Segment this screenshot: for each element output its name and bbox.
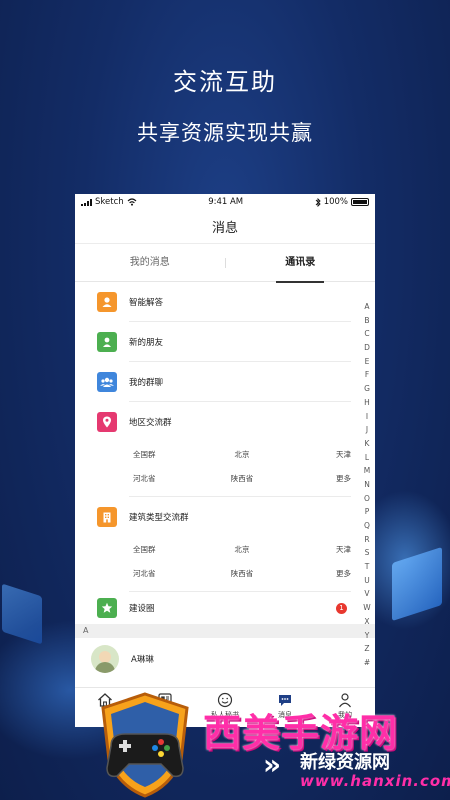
grid-cell[interactable]: 北京: [206, 449, 278, 460]
list-item-label: 我的群聊: [129, 378, 164, 388]
grid-cell[interactable]: 河北省: [133, 473, 205, 484]
index-letter[interactable]: D: [364, 341, 370, 355]
index-letter[interactable]: K: [365, 437, 370, 451]
nav-bar: 消息: [75, 210, 375, 244]
index-letter[interactable]: #: [364, 656, 370, 670]
index-letter[interactable]: Y: [365, 629, 370, 643]
index-letter[interactable]: U: [364, 574, 370, 588]
signal-icon: [81, 198, 92, 206]
section-header: A: [75, 624, 375, 638]
index-letter[interactable]: T: [365, 560, 370, 574]
page-title: 消息: [211, 221, 238, 236]
index-letter[interactable]: V: [364, 587, 369, 601]
index-letter[interactable]: F: [365, 368, 369, 382]
grid-cell[interactable]: 天津: [279, 544, 351, 555]
contact-list: 智能解答 新的朋友 我的群聊 地区交流群 全国群 北京 天津 河北省 陕西省 更…: [75, 282, 375, 680]
battery-percent: 100%: [323, 197, 348, 207]
index-letter[interactable]: W: [363, 601, 370, 615]
index-letter[interactable]: B: [364, 314, 369, 328]
index-letter[interactable]: G: [364, 382, 370, 396]
list-item-new-friends[interactable]: 新的朋友: [75, 322, 375, 362]
list-item-smart-answer[interactable]: 智能解答: [75, 282, 375, 322]
index-letter[interactable]: N: [364, 478, 370, 492]
battery-icon: [351, 198, 369, 206]
region-grid: 全国群 北京 天津 河北省 陕西省 更多: [129, 442, 351, 497]
index-letter[interactable]: H: [364, 396, 370, 410]
gamepad-shield-logo: [101, 692, 189, 798]
tab-bar-top: 我的消息 通讯录: [75, 244, 376, 283]
index-letter[interactable]: E: [365, 355, 370, 369]
list-item-label: 建设圈: [129, 604, 155, 614]
index-letter[interactable]: I: [366, 410, 368, 424]
user-icon: [97, 292, 117, 312]
grid-row: 河北省 陕西省 更多: [133, 561, 351, 585]
contact-row[interactable]: A琳琳: [75, 638, 375, 680]
list-item-label: 地区交流群: [129, 418, 172, 428]
index-letter[interactable]: M: [364, 464, 370, 478]
alphabet-index[interactable]: A B C D E F G H I J K L M N O P Q R S T U V W X Y Z #: [361, 300, 373, 670]
index-letter[interactable]: R: [364, 533, 369, 547]
watermark-overlay: 西美手游网 » 新绿资源网 www.hanxin.com: [0, 690, 450, 800]
group-icon: [97, 372, 117, 392]
list-item-label: 智能解答: [129, 298, 164, 308]
arrow-logo-icon: »: [263, 748, 282, 781]
building-grid: 全国群 北京 天津 河北省 陕西省 更多: [129, 537, 351, 592]
building-icon: [97, 507, 117, 527]
grid-cell[interactable]: 全国群: [133, 449, 205, 460]
index-letter[interactable]: Z: [364, 642, 369, 656]
index-letter[interactable]: L: [365, 451, 369, 465]
notification-badge: 1: [336, 602, 347, 614]
bluetooth-icon: [315, 197, 321, 207]
index-letter[interactable]: P: [365, 505, 370, 519]
grid-row: 全国群 北京 天津: [133, 442, 351, 466]
wifi-icon: [127, 198, 137, 206]
index-letter[interactable]: S: [365, 546, 370, 560]
list-item-region-groups[interactable]: 地区交流群: [75, 402, 375, 442]
carrier-label: Sketch: [95, 197, 124, 207]
phone-screen: Sketch 9:41 AM 100% 消息 我的消息 通讯录 智能解答 新的朋…: [75, 194, 375, 727]
star-icon: [97, 598, 117, 618]
list-item-label: 建筑类型交流群: [129, 513, 189, 523]
tab-contacts[interactable]: 通讯录: [226, 244, 376, 283]
grid-row: 全国群 北京 天津: [133, 537, 351, 561]
grid-cell[interactable]: 北京: [206, 544, 278, 555]
status-bar: Sketch 9:41 AM 100%: [75, 194, 375, 210]
grid-cell[interactable]: 陕西省: [206, 473, 278, 484]
tab-my-messages[interactable]: 我的消息: [75, 244, 225, 282]
list-item-my-groups[interactable]: 我的群聊: [75, 362, 375, 402]
grid-row: 河北省 陕西省 更多: [133, 466, 351, 490]
watermark-sub: 新绿资源网: [300, 752, 390, 773]
watermark-url: www.hanxin.com: [300, 772, 450, 790]
grid-cell[interactable]: 河北省: [133, 568, 205, 579]
grid-cell-more[interactable]: 更多: [279, 473, 351, 484]
location-pin-icon: [97, 412, 117, 432]
index-letter[interactable]: A: [364, 300, 369, 314]
index-letter[interactable]: Q: [364, 519, 370, 533]
status-time: 9:41 AM: [208, 197, 244, 207]
grid-cell-more[interactable]: 更多: [279, 568, 351, 579]
person-icon: [97, 332, 117, 352]
hero-subtitle: 共享资源实现共赢: [137, 121, 313, 145]
index-letter[interactable]: J: [366, 423, 368, 437]
index-letter[interactable]: X: [364, 615, 369, 629]
index-letter[interactable]: O: [364, 492, 370, 506]
avatar: [91, 645, 119, 673]
list-item-building-groups[interactable]: 建筑类型交流群: [75, 497, 375, 537]
list-item-construction-circle[interactable]: 建设圈 1: [75, 592, 375, 624]
grid-cell[interactable]: 陕西省: [206, 568, 278, 579]
list-item-label: 新的朋友: [129, 338, 164, 348]
grid-cell[interactable]: 天津: [279, 449, 351, 460]
contact-name: A琳琳: [131, 655, 154, 665]
grid-cell[interactable]: 全国群: [133, 544, 205, 555]
hero-title: 交流互助: [173, 68, 277, 96]
index-letter[interactable]: C: [364, 327, 369, 341]
